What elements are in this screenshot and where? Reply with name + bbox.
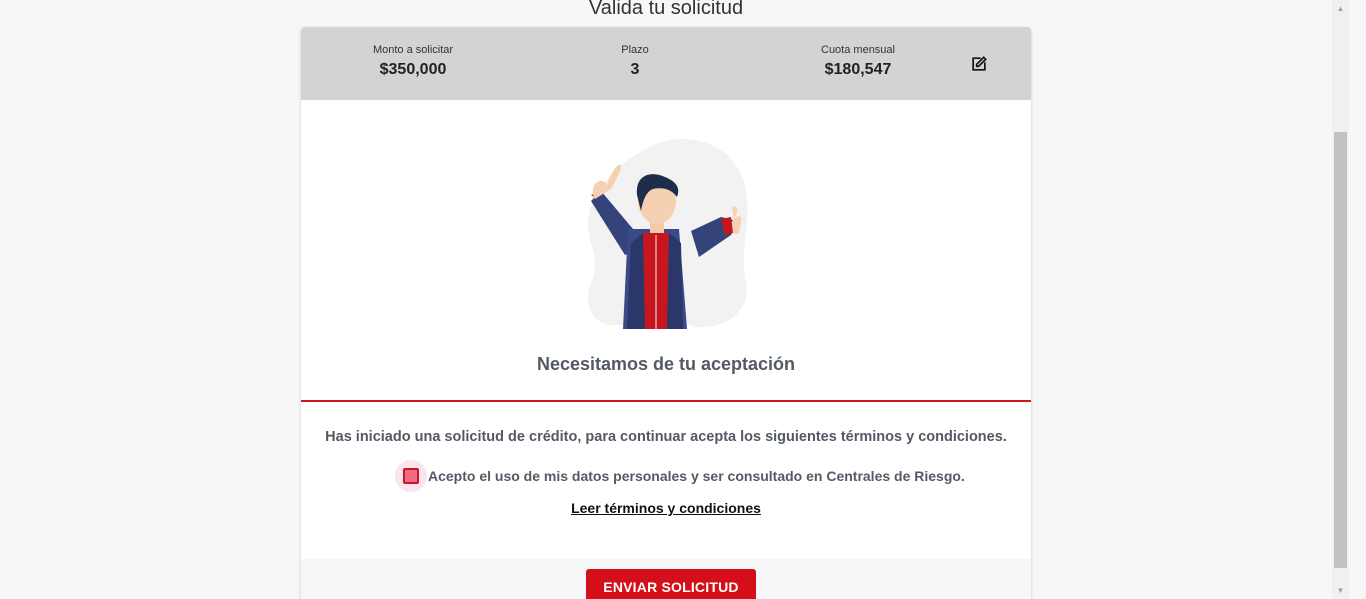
person-thumbs-up-illustration [587, 138, 748, 329]
loan-summary-bar: Monto a solicitar $350,000 Plazo 3 Cuota… [301, 27, 1031, 100]
term-value: 3 [630, 61, 640, 78]
amount-summary: Monto a solicitar $350,000 [313, 43, 513, 81]
fee-label: Cuota mensual [821, 44, 895, 56]
consent-label[interactable]: Acepto el uso de mis datos personales y … [428, 468, 965, 484]
request-card: Monto a solicitar $350,000 Plazo 3 Cuota… [301, 27, 1031, 599]
scroll-thumb[interactable] [1334, 132, 1347, 568]
edit-button[interactable] [967, 52, 991, 76]
scroll-down-arrow-icon[interactable]: ▼ [1332, 582, 1349, 599]
consent-checkbox[interactable] [395, 460, 427, 492]
checkbox-box [403, 468, 419, 484]
terms-info-text: Has iniciado una solicitud de crédito, p… [325, 429, 1007, 445]
consent-row: Acepto el uso de mis datos personales y … [395, 460, 965, 492]
section-divider [301, 400, 1031, 402]
acceptance-heading: Necesitamos de tu aceptación [536, 354, 796, 374]
card-footer: ENVIAR SOLICITUD [301, 559, 1031, 599]
page-scrollbar[interactable]: ▲ ▼ [1332, 0, 1349, 599]
fee-value: $180,547 [824, 61, 892, 78]
send-request-button[interactable]: ENVIAR SOLICITUD [586, 569, 756, 599]
amount-value: $350,000 [379, 61, 447, 78]
edit-icon [972, 56, 987, 71]
fee-summary: Cuota mensual $180,547 [758, 43, 958, 81]
page-title: Valida tu solicitud [588, 0, 744, 19]
right-gutter [1349, 0, 1366, 599]
terms-link[interactable]: Leer términos y condiciones [301, 500, 1031, 516]
scroll-up-arrow-icon[interactable]: ▲ [1332, 0, 1349, 17]
term-summary: Plazo 3 [535, 43, 735, 81]
term-label: Plazo [621, 44, 649, 56]
amount-label: Monto a solicitar [372, 44, 454, 56]
